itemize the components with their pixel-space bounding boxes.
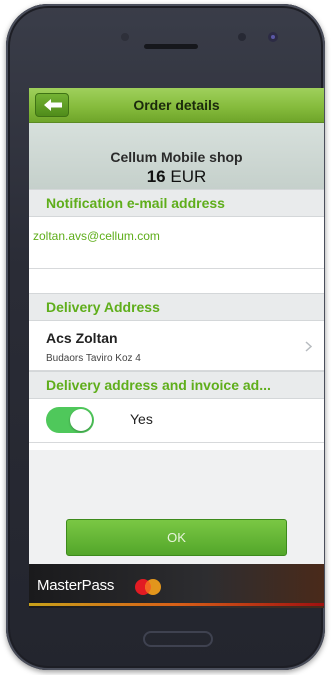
section-invoice: Delivery address and invoice ad...: [29, 371, 324, 399]
invoice-toggle-row: Yes: [29, 399, 324, 443]
chevron-right-icon: [305, 341, 312, 352]
mastercard-logo-icon: [135, 579, 161, 595]
phone-frame: Order details Cellum Mobile shop 16 EUR …: [6, 4, 325, 670]
recipient-name: Acs Zoltan: [46, 330, 118, 346]
order-summary: Cellum Mobile shop 16 EUR: [29, 123, 324, 189]
sensor-dot: [121, 33, 129, 41]
shop-name: Cellum Mobile shop: [110, 149, 243, 165]
nav-bar: Order details: [29, 88, 324, 123]
brand-stripe: [29, 603, 324, 606]
toggle-label: Yes: [130, 411, 153, 427]
street-address: Budaors Taviro Koz 4: [46, 353, 141, 364]
sensor-dot: [238, 33, 246, 41]
amount-currency: EUR: [170, 167, 207, 186]
ok-button[interactable]: OK: [66, 519, 287, 556]
section-delivery: Delivery Address: [29, 293, 324, 321]
masterpass-footer: MasterPass: [29, 564, 324, 608]
brand-text: MasterPass: [37, 577, 115, 594]
amount-value: 16: [146, 167, 166, 186]
email-row[interactable]: zoltan.avs@cellum.com: [29, 217, 324, 269]
section-title: Delivery address and invoice ad...: [46, 377, 271, 393]
app-screen: Order details Cellum Mobile shop 16 EUR …: [29, 88, 324, 608]
page-title: Order details: [133, 97, 220, 113]
section-notification: Notification e-mail address: [29, 189, 324, 217]
order-amount: 16 EUR: [29, 167, 324, 187]
section-title: Delivery Address: [46, 299, 160, 315]
email-field[interactable]: zoltan.avs@cellum.com: [33, 229, 160, 243]
same-address-toggle[interactable]: [46, 407, 94, 433]
front-camera: [268, 32, 278, 42]
section-title: Notification e-mail address: [46, 195, 225, 211]
earpiece-speaker: [144, 44, 198, 49]
home-button[interactable]: [143, 631, 213, 647]
delivery-address-row[interactable]: Acs Zoltan Budaors Taviro Koz 4: [29, 321, 324, 371]
